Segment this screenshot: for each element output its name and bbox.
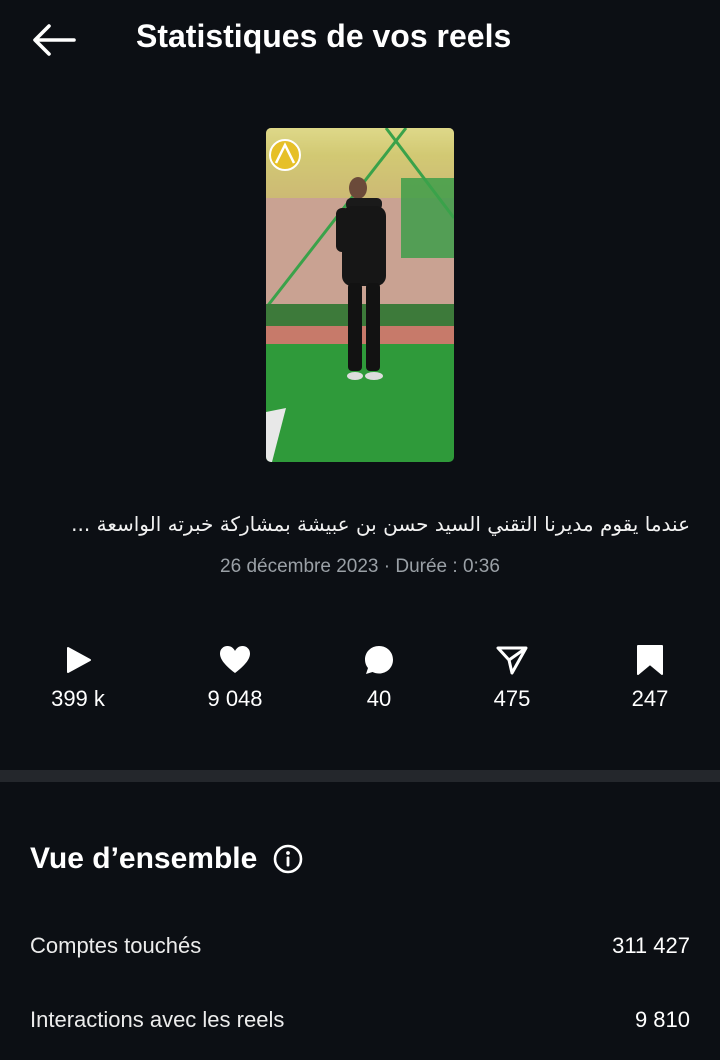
stat-comments: 40 (319, 640, 439, 712)
metric-label: Interactions avec les reels (30, 1007, 285, 1032)
heart-icon (220, 646, 250, 673)
comment-icon (365, 646, 393, 674)
stats-bar: 399 k 9 048 40 475 247 (0, 640, 720, 730)
header: Statistiques de vos reels (0, 0, 720, 80)
share-icon (496, 646, 528, 675)
info-button[interactable] (273, 844, 303, 874)
metric-value: 311 427 (612, 933, 690, 958)
stat-likes: 9 048 (175, 640, 295, 712)
overview-header: Vue d’ensemble (30, 842, 303, 876)
reel-thumbnail[interactable] (266, 128, 454, 462)
stat-plays: 399 k (18, 640, 138, 712)
arrow-left-icon (33, 24, 76, 56)
bookmark-icon (637, 645, 663, 675)
stat-shares: 475 (452, 640, 572, 712)
stat-shares-value: 475 (493, 686, 531, 711)
metric-value: 9 810 (634, 1007, 690, 1032)
stat-plays-value: 399 k (51, 686, 105, 711)
metric-label: Comptes touchés (30, 933, 202, 958)
back-button[interactable] (28, 20, 78, 60)
stat-likes-value: 9 048 (207, 686, 263, 711)
metric-row-accounts-reached[interactable]: Comptes touchés 311 427 (30, 933, 690, 959)
stat-comments-value: 40 (366, 686, 392, 711)
play-icon (67, 647, 91, 673)
reel-caption: عندما يقوم مديرنا التقني السيد حسن بن عب… (71, 512, 690, 536)
section-divider (0, 770, 720, 782)
page-title: Statistiques de vos reels (136, 18, 512, 54)
reel-meta: 26 décembre 2023 · Durée : 0:36 (220, 556, 500, 577)
metric-row-reel-interactions[interactable]: Interactions avec les reels 9 810 (30, 1007, 690, 1033)
overview-title: Vue d’ensemble (30, 842, 258, 875)
stat-saves: 247 (590, 640, 710, 712)
info-icon (274, 844, 303, 874)
stat-saves-value: 247 (631, 686, 669, 711)
